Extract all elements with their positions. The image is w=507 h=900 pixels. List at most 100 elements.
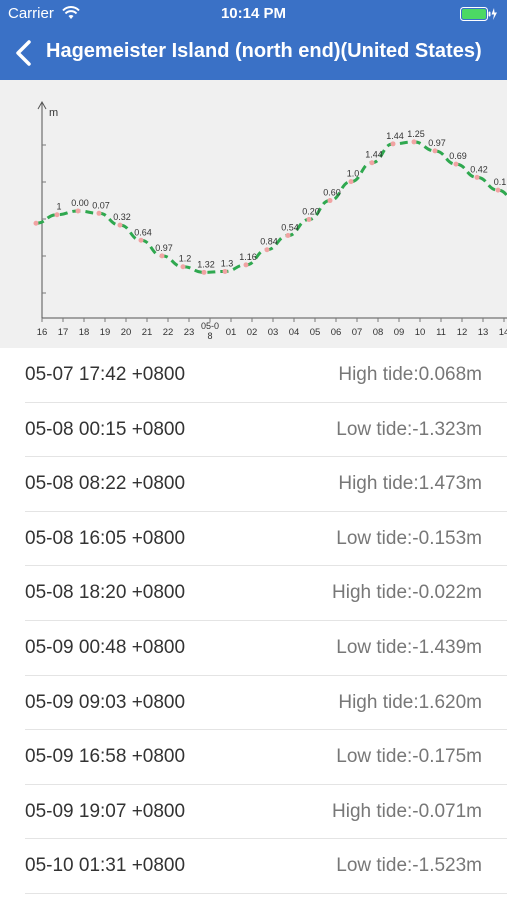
x-tick-label: 10 xyxy=(415,327,426,338)
data-label: 1.3 xyxy=(221,258,234,268)
data-label: 0.00 xyxy=(71,198,89,208)
x-tick-label: 21 xyxy=(142,327,153,338)
tide-row[interactable]: 05-09 00:48 +0800 Low tide:-1.439m xyxy=(25,621,507,676)
tide-time: 05-09 09:03 +0800 xyxy=(25,691,186,713)
data-label: 0.1 xyxy=(494,177,507,187)
y-axis-label: m xyxy=(49,107,58,119)
data-label: 0.42 xyxy=(470,164,488,174)
status-time: 10:14 PM xyxy=(220,5,287,22)
tide-value: High tide:0.068m xyxy=(338,364,482,385)
data-point xyxy=(327,198,333,204)
x-tick-label: 04 xyxy=(289,327,300,338)
tide-time: 05-10 01:31 +0800 xyxy=(25,855,186,877)
page-title: Hagemeister Island (north end)(United St… xyxy=(46,40,482,62)
tide-row[interactable]: 05-09 16:58 +0800 Low tide:-0.175m xyxy=(25,730,507,785)
x-tick-label: 05 xyxy=(310,327,321,338)
data-label: 0.84 xyxy=(260,237,278,247)
nav-bar: Hagemeister Island (north end)(United St… xyxy=(0,28,507,80)
status-bar: Carrier 10:14 PM xyxy=(0,0,507,28)
tide-list: 05-07 17:42 +0800 High tide:0.068m 05-08 0… xyxy=(0,348,507,894)
tide-time: 05-09 16:58 +0800 xyxy=(25,746,186,768)
data-point xyxy=(138,237,144,243)
tide-value: High tide:1.473m xyxy=(338,473,482,495)
data-point xyxy=(159,253,165,259)
tide-value: Low tide:-0.153m xyxy=(336,527,482,549)
tide-value: High tide:1.620m xyxy=(338,691,482,713)
data-point xyxy=(390,141,396,147)
data-label: 1.32 xyxy=(197,259,215,269)
data-point xyxy=(180,264,186,270)
data-point xyxy=(495,187,501,193)
x-tick-label: 18 xyxy=(79,327,90,338)
tide-row[interactable]: 05-08 00:15 +0800 Low tide:-1.323m xyxy=(25,403,507,458)
data-label: 0.07 xyxy=(92,200,110,210)
x-tick-label: 23 xyxy=(184,327,195,338)
battery-icon xyxy=(460,7,498,26)
data-label: 1.2 xyxy=(179,254,192,264)
x-tick-label: 20 xyxy=(121,327,132,338)
data-label: 0.20 xyxy=(302,206,320,216)
x-tick-label: 02 xyxy=(247,327,258,338)
data-point xyxy=(348,179,354,185)
tide-row[interactable]: 05-09 09:03 +0800 High tide:1.620m xyxy=(25,676,507,731)
tide-value: High tide:-0.022m xyxy=(332,582,482,604)
data-label: 1.44 xyxy=(386,131,404,141)
tide-row[interactable]: 05-10 01:31 +0800 Low tide:-1.523m xyxy=(25,839,507,894)
data-point xyxy=(432,148,438,154)
app-header: Carrier 10:14 PM Hagemeister Island (nor… xyxy=(0,0,507,80)
data-point xyxy=(264,247,270,253)
x-tick-label: 06 xyxy=(331,327,342,338)
x-tick-label: 22 xyxy=(163,327,174,338)
tide-time: 05-09 19:07 +0800 xyxy=(25,800,186,822)
tide-value: Low tide:-1.523m xyxy=(336,855,482,877)
data-label: 1.16 xyxy=(239,252,257,262)
tide-value: Low tide:-1.323m xyxy=(336,418,482,440)
x-tick-label: 05-0 8 xyxy=(201,321,219,341)
data-point xyxy=(306,216,312,222)
x-tick-label: 07 xyxy=(352,327,363,338)
data-point xyxy=(222,268,228,274)
tide-row[interactable]: 05-08 18:20 +0800 High tide:-0.022m xyxy=(25,566,507,621)
data-label: 1.44 xyxy=(365,150,383,160)
data-label: 1 xyxy=(56,202,61,212)
x-tick-label: 14 xyxy=(499,327,507,338)
x-tick-label: 01 xyxy=(226,327,237,338)
tide-row[interactable]: 05-08 16:05 +0800 Low tide:-0.153m xyxy=(25,512,507,567)
tide-row[interactable]: 05-07 17:42 +0800 High tide:0.068m xyxy=(25,348,507,403)
x-tick-label: 13 xyxy=(478,327,489,338)
back-button[interactable] xyxy=(10,38,40,68)
data-label: 0.97 xyxy=(155,243,173,253)
tide-time: 05-09 00:48 +0800 xyxy=(25,636,186,658)
data-label: 1.0 xyxy=(347,169,360,179)
x-tick-label: 03 xyxy=(268,327,279,338)
data-point xyxy=(453,161,459,167)
data-point xyxy=(117,222,123,228)
x-tick-label: 09 xyxy=(394,327,405,338)
x-tick-label: 16 xyxy=(37,327,48,338)
data-point xyxy=(285,233,291,239)
tide-time: 05-08 16:05 +0800 xyxy=(25,527,186,549)
data-point xyxy=(369,160,375,166)
data-point xyxy=(243,262,249,268)
data-point xyxy=(411,139,417,145)
data-label: 0.69 xyxy=(449,151,467,161)
data-point xyxy=(54,212,60,218)
tide-value: Low tide:-0.175m xyxy=(336,746,482,768)
data-point xyxy=(201,269,207,275)
data-label: 0.60 xyxy=(323,188,341,198)
tide-time: 05-07 17:42 +0800 xyxy=(25,364,186,385)
data-point xyxy=(96,210,102,216)
tide-value: Low tide:-1.439m xyxy=(336,636,482,658)
tide-row[interactable]: 05-09 19:07 +0800 High tide:-0.071m xyxy=(25,785,507,840)
x-tick-label: 17 xyxy=(58,327,69,338)
data-point xyxy=(474,174,480,180)
x-tick-label: 12 xyxy=(457,327,468,338)
tide-row[interactable]: 05-08 08:22 +0800 High tide:1.473m xyxy=(25,457,507,512)
data-label: 1.25 xyxy=(407,129,425,139)
data-label: 0.97 xyxy=(428,138,446,148)
tide-time: 05-08 08:22 +0800 xyxy=(25,473,186,495)
x-tick-label: 19 xyxy=(100,327,111,338)
tide-time: 05-08 18:20 +0800 xyxy=(25,582,186,604)
data-label: 0.64 xyxy=(134,227,152,237)
tide-chart: m 16 17 18 19 20 21 22 23 05-0 8 01 02 03 04 05 06 07 08 09… xyxy=(0,80,507,348)
